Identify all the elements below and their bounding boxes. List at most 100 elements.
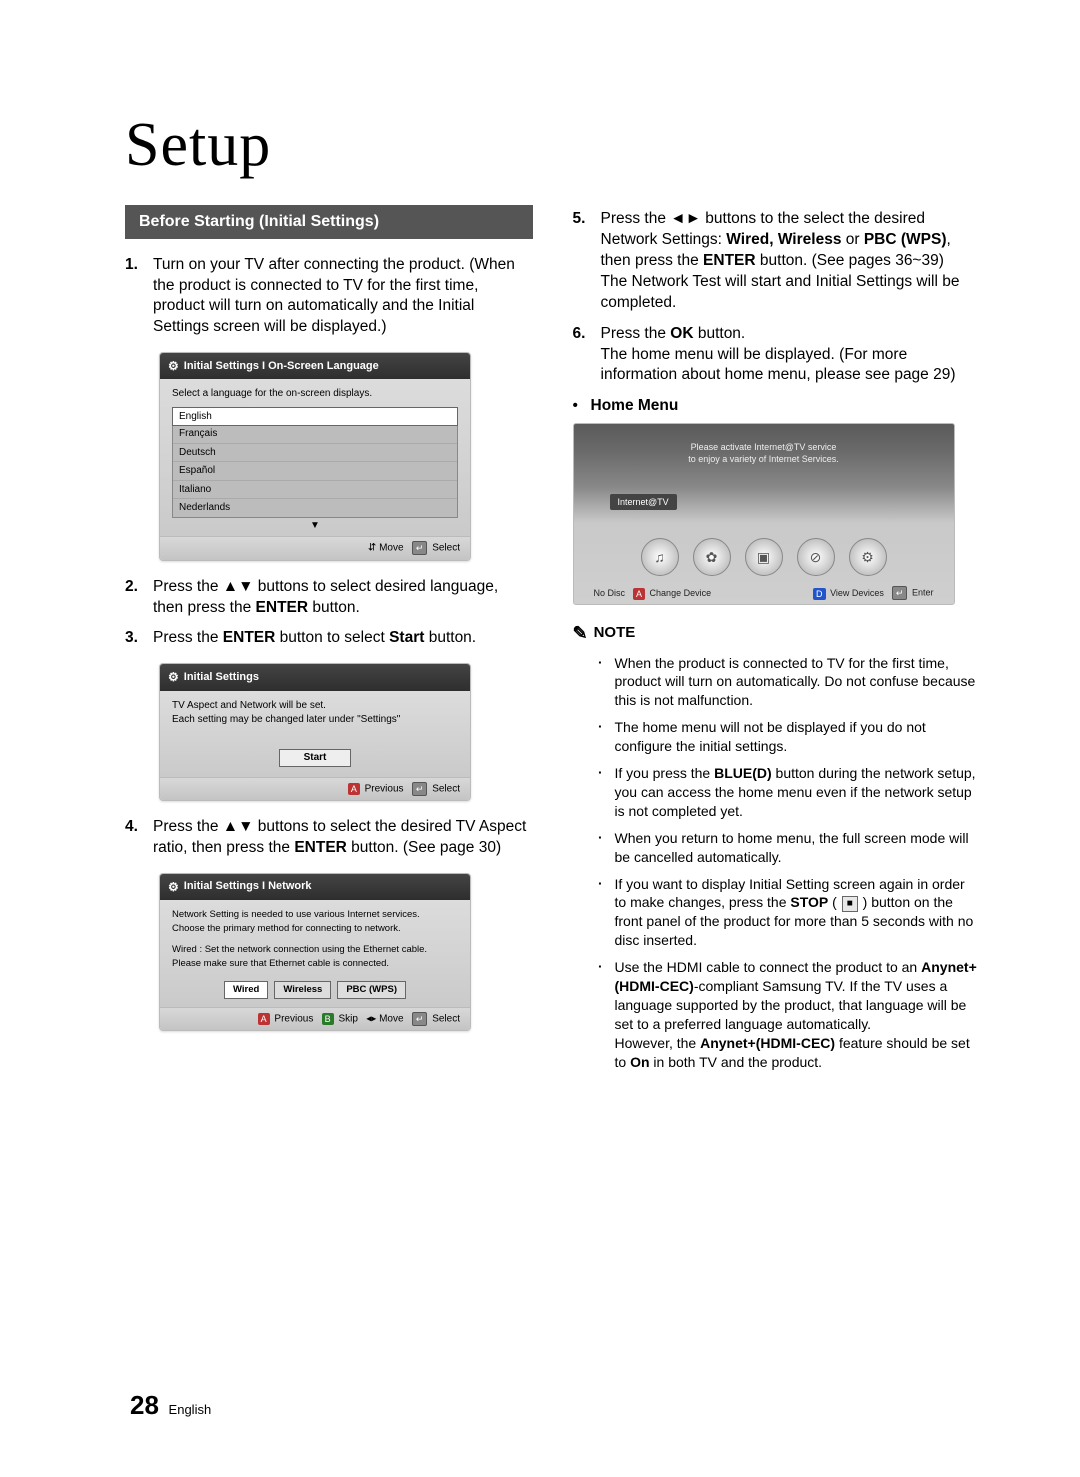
language-prompt: Select a language for the on-screen disp… [172,387,458,401]
b-button-icon: B [322,1013,334,1025]
footer-select: Select [432,543,460,554]
enter-icon: ↵ [412,782,428,796]
page-language: English [169,1402,212,1417]
home-footer: No Disc A Change Device D View Devices ↵… [574,586,954,600]
pbc-wps-button[interactable]: PBC (WPS) [337,981,406,999]
note-label: NOTE [594,623,636,643]
page-footer: 28 English [130,1390,211,1421]
ui-panel-header: ⚙ Initial Settings [160,664,470,690]
bullet-label: Home Menu [591,396,679,417]
right-column: 5. Press the ◄► buttons to the select th… [573,205,981,1079]
step-text: Press the OK button. The home menu will … [601,324,981,387]
footer-move: Move [379,1013,403,1024]
info-line: TV Aspect and Network will be set. [172,699,458,713]
ui-panel-body: TV Aspect and Network will be set. Each … [160,691,470,777]
step-text: Press the ◄► buttons to the select the d… [601,209,981,314]
step-number: 2. [125,577,153,619]
leftright-icon: ◂▸ [366,1013,376,1024]
home-icon[interactable]: ♫ [641,538,679,576]
note-icon: ✎ [573,621,588,645]
ui-panel-title: Initial Settings I Network [184,879,312,894]
change-device-label: Change Device [650,588,712,598]
start-button[interactable]: Start [279,749,351,767]
home-icon[interactable]: ⊘ [797,538,835,576]
note-item: ▪When you return to home menu, the full … [599,829,981,867]
network-buttons: Wired Wireless PBC (WPS) [172,981,458,999]
manual-page: Setup Before Starting (Initial Settings)… [0,0,1080,1477]
ui-panel-title: Initial Settings I On-Screen Language [184,359,379,374]
net-line: Choose the primary method for connecting… [172,922,458,936]
more-indicator-icon: ▼ [172,518,458,533]
language-option[interactable]: Español [173,462,457,481]
square-bullet-icon: ▪ [599,764,615,821]
view-devices-label: View Devices [830,588,884,598]
internet-tv-tab[interactable]: Internet@TV [610,494,677,510]
language-option[interactable]: Français [173,425,457,444]
step-number: 3. [125,628,153,649]
ui-start-panel: ⚙ Initial Settings TV Aspect and Network… [159,663,471,800]
home-icon[interactable]: ⚙ [849,538,887,576]
note-text: When the product is connected to TV for … [615,654,981,711]
note-text: Use the HDMI cable to connect the produc… [615,958,981,1071]
step-2: 2. Press the ▲▼ buttons to select desire… [125,577,533,619]
steps-left-4: 4. Press the ▲▼ buttons to select the de… [125,817,533,859]
square-bullet-icon: ▪ [599,654,615,711]
step-number: 5. [573,209,601,314]
disc-status: No Disc [594,587,626,599]
a-button-icon: A [633,588,645,600]
info-line: Each setting may be changed later under … [172,713,458,727]
home-icon[interactable]: ✿ [693,538,731,576]
footer-move: Move [379,543,403,554]
bullet-home-menu: • Home Menu [573,396,981,417]
square-bullet-icon: ▪ [599,718,615,756]
footer-skip: Skip [338,1013,357,1024]
language-option[interactable]: Nederlands [173,499,457,517]
enter-label: Enter [912,588,934,598]
language-list: English Français Deutsch Español Italian… [172,407,458,518]
step-4: 4. Press the ▲▼ buttons to select the de… [125,817,533,859]
step-text: Press the ENTER button to select Start b… [153,628,533,649]
ui-panel-body: Select a language for the on-screen disp… [160,379,470,536]
left-column: Before Starting (Initial Settings) 1. Tu… [125,205,533,1079]
a-button-icon: A [348,783,360,795]
step-number: 6. [573,324,601,387]
home-icon[interactable]: ▣ [745,538,783,576]
home-menu-screenshot: Please activate Internet@TV service to e… [573,423,955,605]
a-button-icon: A [258,1013,270,1025]
net-line: Wired : Set the network connection using… [172,943,458,957]
page-title: Setup [125,110,980,181]
step-3: 3. Press the ENTER button to select Star… [125,628,533,649]
home-icons-row: ♫ ✿ ▣ ⊘ ⚙ [574,538,954,576]
note-list: ▪When the product is connected to TV for… [599,654,981,1072]
ui-panel-body: Network Setting is needed to use various… [160,900,470,1007]
note-item: ▪If you want to display Initial Setting … [599,875,981,951]
ui-panel-header: ⚙ Initial Settings I Network [160,874,470,900]
step-text: Turn on your TV after connecting the pro… [153,255,533,339]
note-heading: ✎ NOTE [573,621,981,645]
steps-left-2: 2. Press the ▲▼ buttons to select desire… [125,577,533,650]
enter-icon: ↵ [892,586,908,600]
language-option[interactable]: English [172,407,458,427]
net-line: Network Setting is needed to use various… [172,908,458,922]
updown-icon: ⇵ [368,543,376,554]
activate-message: Please activate Internet@TV service to e… [574,442,954,465]
language-option[interactable]: Italiano [173,481,457,500]
step-text: Press the ▲▼ buttons to select desired l… [153,577,533,619]
net-line: Please make sure that Ethernet cable is … [172,957,458,971]
note-text: If you want to display Initial Setting s… [615,875,981,951]
language-option[interactable]: Deutsch [173,444,457,463]
ui-language-panel: ⚙ Initial Settings I On-Screen Language … [159,352,471,560]
enter-icon: ↵ [412,1012,428,1026]
wireless-button[interactable]: Wireless [274,981,331,999]
note-text: When you return to home menu, the full s… [615,829,981,867]
ui-panel-footer: A Previous B Skip ◂▸ Move ↵ Select [160,1007,470,1030]
wired-button[interactable]: Wired [224,981,268,999]
two-column-layout: Before Starting (Initial Settings) 1. Tu… [125,205,980,1079]
footer-select: Select [432,783,460,794]
note-item: ▪When the product is connected to TV for… [599,654,981,711]
step-number: 1. [125,255,153,339]
note-text: If you press the BLUE(D) button during t… [615,764,981,821]
ui-panel-header: ⚙ Initial Settings I On-Screen Language [160,353,470,379]
square-bullet-icon: ▪ [599,829,615,867]
steps-left: 1. Turn on your TV after connecting the … [125,255,533,339]
